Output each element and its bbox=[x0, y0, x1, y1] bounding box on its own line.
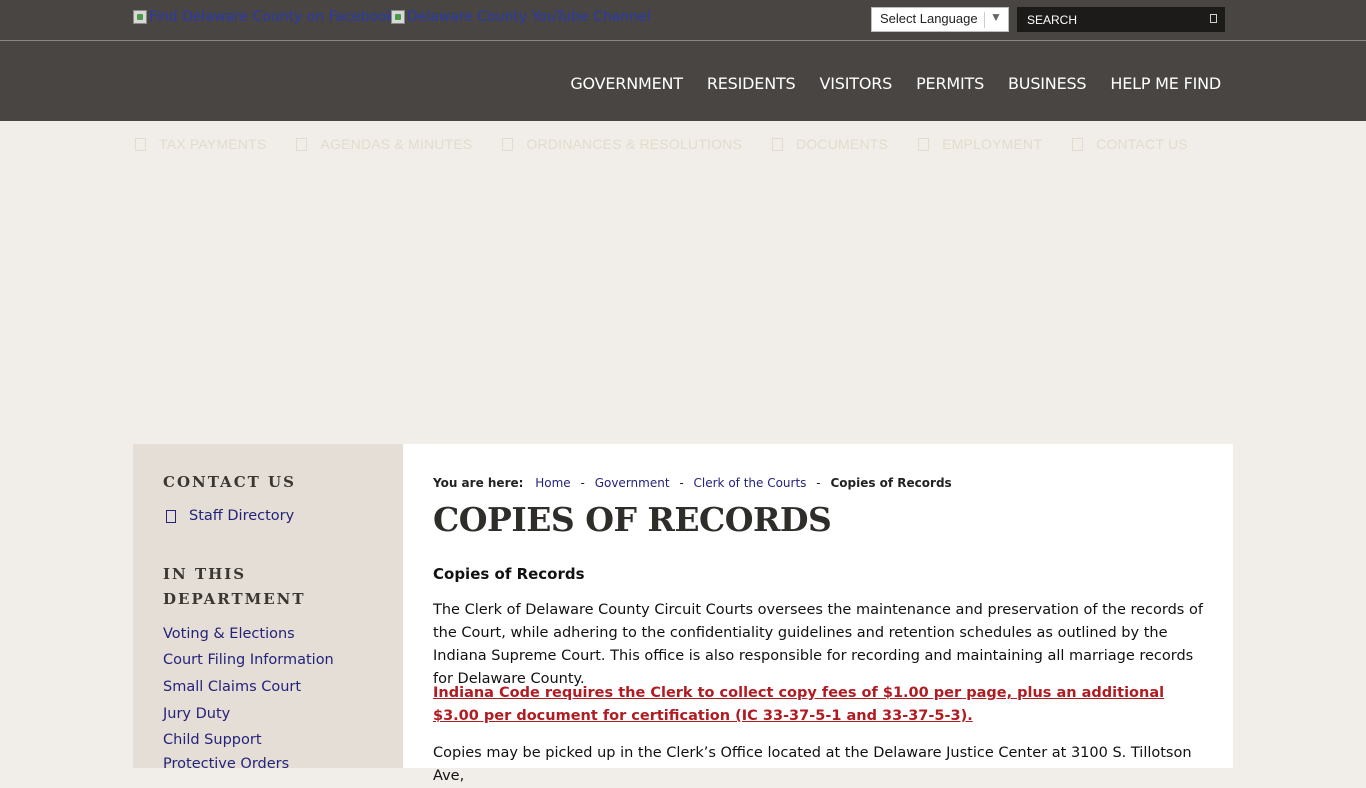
quick-link-ordinances-resolutions[interactable]: ORDINANCES & RESOLUTIONS bbox=[502, 136, 742, 152]
staff-directory-link[interactable]: Staff Directory bbox=[166, 508, 294, 524]
main-nav: GOVERNMENT RESIDENTS VISITORS PERMITS BU… bbox=[570, 74, 1221, 93]
breadcrumb-current: Copies of Records bbox=[830, 476, 952, 490]
quick-link-documents[interactable]: DOCUMENTS bbox=[772, 136, 888, 152]
chevron-down-icon: ▼ bbox=[990, 10, 1002, 24]
sidebar-contact-heading: CONTACT US bbox=[163, 473, 296, 491]
sidebar-link-court-filing[interactable]: Court Filing Information bbox=[163, 652, 334, 668]
breadcrumb-separator: - bbox=[580, 476, 585, 490]
nav-item-help-me-find[interactable]: HELP ME FIND bbox=[1110, 74, 1221, 93]
quick-link-label: CONTACT US bbox=[1096, 136, 1188, 152]
quick-link-label: TAX PAYMENTS bbox=[159, 136, 267, 152]
breadcrumb-prefix: You are here: bbox=[433, 476, 524, 490]
quick-link-employment[interactable]: EMPLOYMENT bbox=[918, 136, 1042, 152]
quick-link-label: EMPLOYMENT bbox=[942, 136, 1043, 152]
staff-directory-label: Staff Directory bbox=[189, 508, 295, 524]
document-icon bbox=[296, 137, 308, 151]
document-icon bbox=[772, 137, 784, 151]
quick-link-agendas-minutes[interactable]: AGENDAS & MINUTES bbox=[296, 136, 472, 152]
language-select-label: Select Language bbox=[880, 11, 978, 26]
sidebar-link-protective-orders[interactable]: Protective Orders bbox=[163, 756, 289, 772]
sidebar-link-voting-elections[interactable]: Voting & Elections bbox=[163, 626, 295, 642]
document-icon bbox=[502, 137, 514, 151]
facebook-link[interactable]: Find Delaware County on Facebook bbox=[133, 9, 395, 25]
main-navigation-bar: GOVERNMENT RESIDENTS VISITORS PERMITS BU… bbox=[0, 41, 1366, 121]
language-select-divider bbox=[984, 12, 985, 28]
sidebar-link-small-claims[interactable]: Small Claims Court bbox=[163, 679, 301, 695]
department-heading-line1: IN THIS bbox=[163, 565, 247, 583]
fee-notice-link[interactable]: Indiana Code requires the Clerk to colle… bbox=[433, 682, 1208, 728]
quick-link-tax-payments[interactable]: TAX PAYMENTS bbox=[135, 136, 266, 152]
breadcrumb-separator: - bbox=[816, 476, 821, 490]
facebook-icon bbox=[133, 10, 147, 24]
breadcrumb-home[interactable]: Home bbox=[535, 476, 570, 490]
breadcrumb: You are here: Home - Government - Clerk … bbox=[433, 476, 952, 490]
language-select[interactable]: Select Language ▼ bbox=[871, 7, 1009, 32]
content-subtitle: Copies of Records bbox=[433, 565, 585, 583]
nav-item-visitors[interactable]: VISITORS bbox=[820, 74, 893, 93]
document-icon bbox=[166, 509, 176, 523]
youtube-link[interactable]: Delaware County YouTube Channel bbox=[391, 9, 651, 25]
content-paragraph-1: The Clerk of Delaware County Circuit Cou… bbox=[433, 602, 1203, 687]
page-title: COPIES OF RECORDS bbox=[433, 500, 832, 539]
nav-item-business[interactable]: BUSINESS bbox=[1008, 74, 1087, 93]
document-icon bbox=[1072, 137, 1084, 151]
document-icon bbox=[918, 137, 930, 151]
breadcrumb-government[interactable]: Government bbox=[595, 476, 670, 490]
breadcrumb-clerk-of-courts[interactable]: Clerk of the Courts bbox=[694, 476, 807, 490]
quick-link-contact-us[interactable]: CONTACT US bbox=[1072, 136, 1188, 152]
document-icon bbox=[135, 137, 146, 151]
main-content: You are here: Home - Government - Clerk … bbox=[403, 444, 1233, 784]
department-heading-line2: DEPARTMENT bbox=[163, 590, 306, 608]
search-box bbox=[1017, 7, 1225, 32]
top-utility-bar: Find Delaware County on Facebook Delawar… bbox=[0, 0, 1366, 41]
quick-link-label: ORDINANCES & RESOLUTIONS bbox=[526, 136, 743, 152]
sidebar-department-heading: IN THIS DEPARTMENT bbox=[163, 562, 306, 612]
nav-item-residents[interactable]: RESIDENTS bbox=[707, 74, 796, 93]
breadcrumb-separator: - bbox=[679, 476, 684, 490]
nav-item-government[interactable]: GOVERNMENT bbox=[570, 74, 683, 93]
sidebar-link-child-support[interactable]: Child Support bbox=[163, 732, 262, 748]
content-paragraph-2: Copies may be picked up in the Clerk’s O… bbox=[433, 745, 1192, 784]
nav-item-permits[interactable]: PERMITS bbox=[916, 74, 984, 93]
sidebar: CONTACT US Staff Directory IN THIS DEPAR… bbox=[133, 444, 403, 772]
search-input[interactable] bbox=[1017, 7, 1207, 32]
sidebar-link-jury-duty[interactable]: Jury Duty bbox=[163, 706, 230, 722]
facebook-alt-text: Find Delaware County on Facebook bbox=[149, 9, 395, 25]
search-icon[interactable] bbox=[1210, 14, 1217, 23]
quick-link-label: DOCUMENTS bbox=[796, 136, 889, 152]
quick-link-label: AGENDAS & MINUTES bbox=[320, 136, 473, 152]
youtube-icon bbox=[391, 10, 405, 24]
youtube-alt-text: Delaware County YouTube Channel bbox=[407, 9, 651, 25]
quick-links: TAX PAYMENTS AGENDAS & MINUTES ORDINANCE… bbox=[135, 136, 1218, 152]
